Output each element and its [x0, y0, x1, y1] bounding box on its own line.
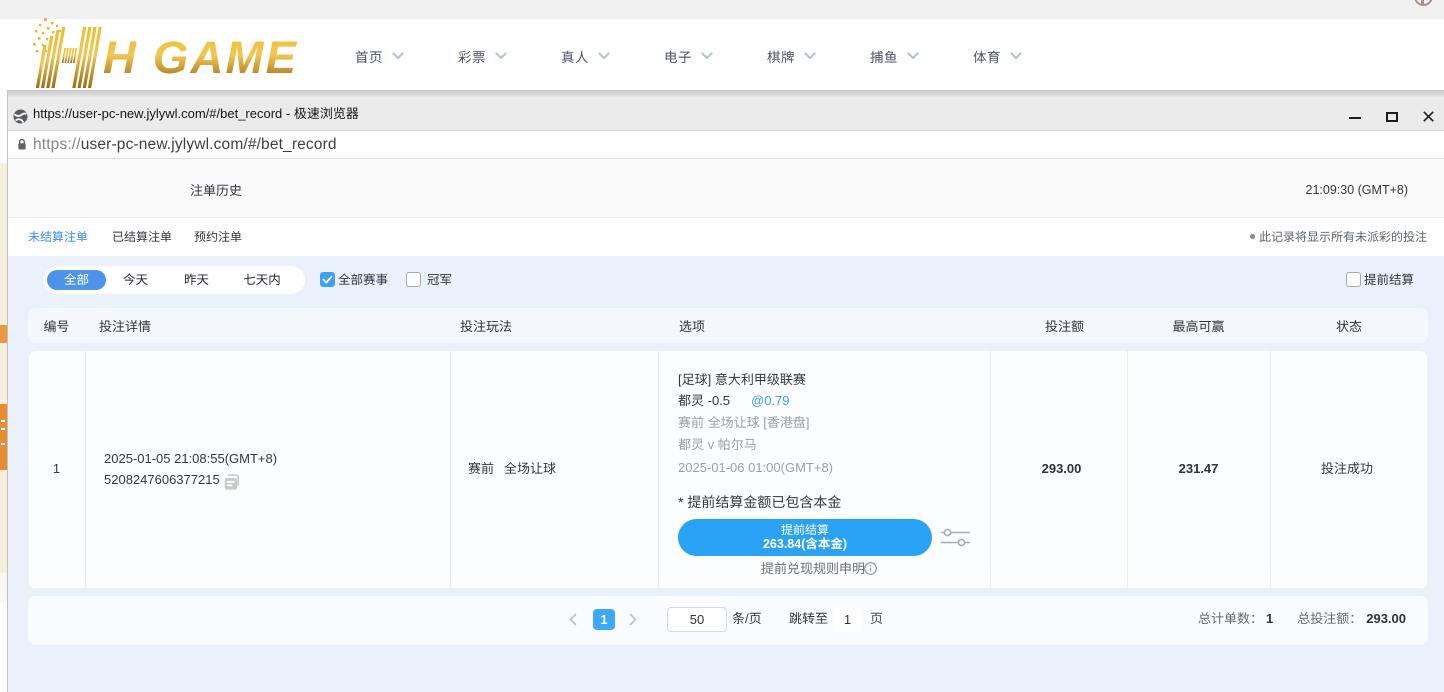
svg-text:H GAME: H GAME — [103, 32, 298, 83]
